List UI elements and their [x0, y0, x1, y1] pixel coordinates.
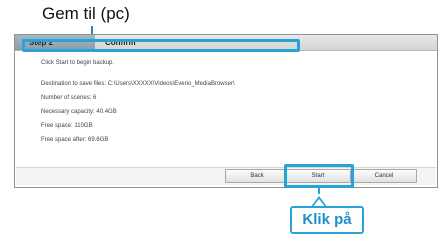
free-space-text: Free space: 110GB [41, 123, 93, 129]
dialog-window: Step 2 Confirm Click Start to begin back… [14, 34, 438, 188]
callout-click-here: Klik på [290, 206, 364, 234]
necessary-capacity-text: Necessary capacity: 40.4GB [41, 109, 117, 115]
instruction-text: Click Start to begin backup. [41, 60, 115, 66]
back-button[interactable]: Back [225, 169, 289, 183]
callout-connector [318, 186, 320, 194]
free-space-after-text: Free space after: 69.6GB [41, 137, 109, 143]
scene-count-text: Number of scenes: 6 [41, 95, 97, 101]
destination-highlight [22, 39, 300, 52]
destination-text: Destination to save files: C:\Users\XXXX… [41, 81, 235, 87]
cancel-button[interactable]: Cancel [351, 169, 417, 183]
callout-save-to-pc: Gem til (pc) [42, 4, 130, 23]
start-button-highlight [284, 164, 354, 188]
